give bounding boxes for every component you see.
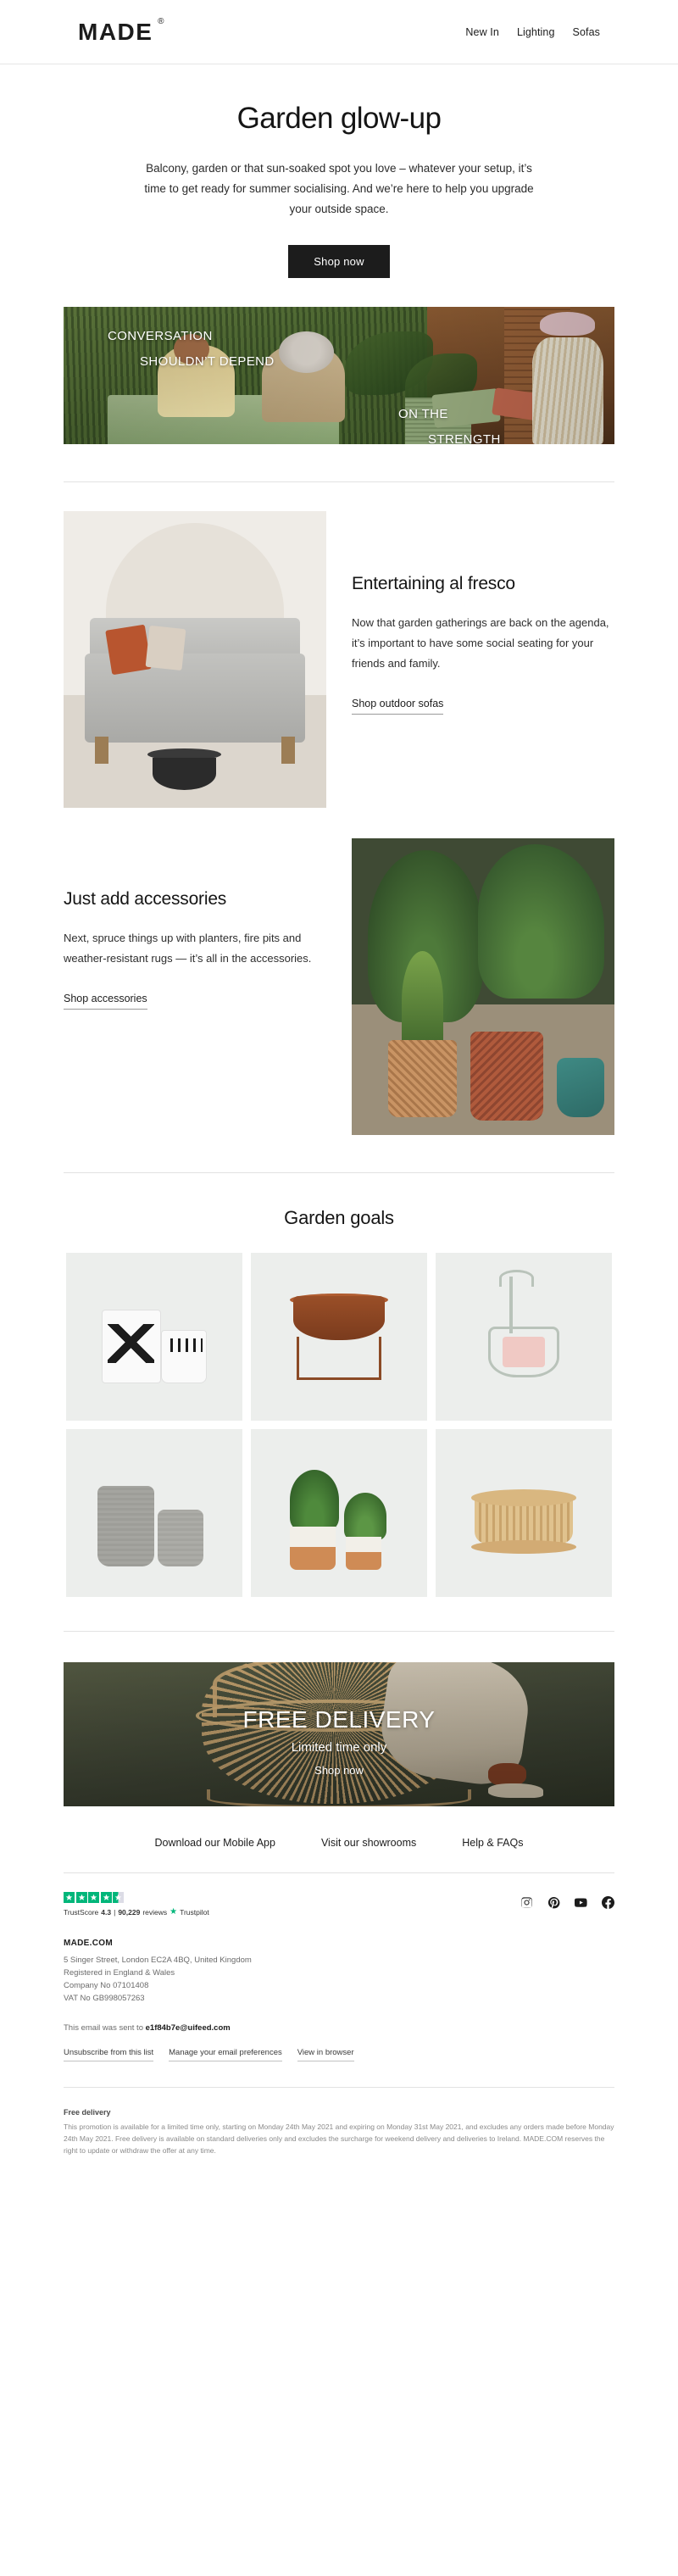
free-delivery-shop-now-link[interactable]: Shop now: [64, 1764, 614, 1777]
reviews-count: 90,229: [118, 1907, 141, 1917]
legal-body: This promotion is available for a limite…: [64, 2123, 614, 2155]
product-tile-woven-baskets[interactable]: [66, 1429, 242, 1597]
free-delivery-photo: [64, 1662, 614, 1806]
address-line-4: VAT No GB998057263: [64, 1994, 145, 2003]
legal-disclaimer: Free delivery This promotion is availabl…: [64, 2087, 614, 2190]
footer-link-mobile-app[interactable]: Download our Mobile App: [154, 1837, 275, 1849]
feature-accessories: Just add accessories Next, spruce things…: [0, 808, 678, 1135]
youtube-icon[interactable]: [575, 1896, 587, 1913]
nav-link-sofas[interactable]: Sofas: [573, 26, 600, 38]
star-icon: [100, 1892, 112, 1903]
company-name: MADE.COM: [64, 1939, 113, 1948]
made-logo[interactable]: MADE ®: [78, 17, 164, 46]
manage-preferences-link[interactable]: Manage your email preferences: [169, 2048, 282, 2061]
product-tile-rattan-table[interactable]: [436, 1429, 612, 1597]
shop-outdoor-sofas-link[interactable]: Shop outdoor sofas: [352, 698, 444, 715]
page-title: Garden glow-up: [236, 102, 442, 135]
recipient-email: e1f84b7e@uifeed.com: [145, 2023, 231, 2033]
star-rating: [64, 1892, 209, 1903]
banner-line-3: ON THE: [398, 407, 448, 421]
site-header: MADE ® New In Lighting Sofas: [0, 0, 678, 64]
nav-link-new-in[interactable]: New In: [465, 26, 499, 38]
address-line-3: Company No 07101408: [64, 1981, 149, 1990]
star-half-icon: [113, 1892, 124, 1903]
feature-image-sofa: [64, 511, 326, 808]
reviews-label: reviews: [142, 1907, 168, 1917]
banner-line-2: SHOULDN’T DEPEND: [140, 354, 275, 369]
hero-cta-wrap: Shop now: [0, 245, 678, 278]
trustscore-label: TrustScore: [64, 1907, 99, 1917]
nav-link-lighting[interactable]: Lighting: [517, 26, 555, 38]
star-icon: [64, 1892, 75, 1903]
product-tile-hanging-chair[interactable]: [436, 1253, 612, 1421]
product-tile-patterned-vases[interactable]: [66, 1253, 242, 1421]
footer-link-showrooms[interactable]: Visit our showrooms: [321, 1837, 416, 1849]
registered-mark-icon: ®: [158, 16, 164, 26]
feature-body: Next, spruce things up with planters, fi…: [64, 932, 312, 965]
hero-section: Garden glow-up Balcony, garden or that s…: [0, 64, 678, 220]
email-preference-links: Unsubscribe from this list Manage your e…: [64, 2048, 614, 2061]
feature-image-planters: [352, 838, 614, 1135]
shop-accessories-link[interactable]: Shop accessories: [64, 993, 147, 1010]
free-delivery-banner[interactable]: FREE DELIVERY Limited time only Shop now: [64, 1662, 614, 1806]
feature-copy-accessories: Just add accessories Next, spruce things…: [0, 838, 352, 1010]
trustscore-value: 4.3: [101, 1907, 112, 1917]
divider-3: [64, 1631, 614, 1632]
social-icons: [520, 1895, 614, 1913]
facebook-icon[interactable]: [602, 1895, 614, 1913]
free-delivery-subheading: Limited time only: [291, 1740, 387, 1755]
product-tile-fire-pit[interactable]: [251, 1253, 427, 1421]
address-line-1: 5 Singer Street, London EC2A 4BQ, United…: [64, 1956, 252, 1965]
feature-entertaining: Entertaining al fresco Now that garden g…: [0, 482, 678, 808]
view-in-browser-link[interactable]: View in browser: [297, 2048, 354, 2061]
trustpilot-block[interactable]: TrustScore 4.3 | 90,229 reviews ★ Trustp…: [64, 1892, 209, 1917]
trustscore-separator: |: [114, 1907, 116, 1917]
star-icon: [88, 1892, 99, 1903]
email-page: MADE ® New In Lighting Sofas Garden glow-…: [0, 0, 678, 2190]
trust-social-row: TrustScore 4.3 | 90,229 reviews ★ Trustp…: [64, 1872, 614, 1917]
feature-copy-entertaining: Entertaining al fresco Now that garden g…: [326, 511, 678, 715]
sent-to-prefix: This email was sent to: [64, 2023, 146, 2033]
product-tile-potted-plants[interactable]: [251, 1429, 427, 1597]
banner-line-4: STRENGTH: [428, 432, 501, 444]
footer-links: Download our Mobile App Visit our showro…: [0, 1806, 678, 1872]
sent-to-text: This email was sent to e1f84b7e@uifeed.c…: [64, 2023, 614, 2033]
star-icon: [75, 1892, 87, 1903]
feature-heading: Entertaining al fresco: [352, 574, 515, 593]
banner-photo: [64, 307, 614, 444]
garden-hero-banner[interactable]: CONVERSATION SHOULDN’T DEPEND ON THE STR…: [64, 307, 614, 444]
trustpilot-star-icon: ★: [170, 1907, 178, 1917]
company-address: MADE.COM 5 Singer Street, London EC2A 4B…: [64, 1939, 614, 2005]
free-delivery-heading: FREE DELIVERY: [242, 1706, 436, 1733]
trustscore-text: TrustScore 4.3 | 90,229 reviews ★ Trustp…: [64, 1907, 209, 1917]
feature-body: Now that garden gatherings are back on t…: [352, 616, 609, 670]
product-grid: [0, 1253, 678, 1597]
main-nav: New In Lighting Sofas: [465, 26, 600, 38]
address-line-2: Registered in England & Wales: [64, 1968, 175, 1978]
garden-goals-section: Garden goals: [0, 1173, 678, 1597]
legal-heading: Free delivery: [64, 2108, 111, 2117]
instagram-icon[interactable]: [520, 1896, 533, 1913]
logo-text: MADE: [78, 18, 153, 45]
unsubscribe-link[interactable]: Unsubscribe from this list: [64, 2048, 154, 2061]
trustpilot-brand: Trustpilot: [180, 1907, 209, 1917]
banner-line-1: CONVERSATION: [108, 329, 213, 343]
shop-now-button[interactable]: Shop now: [288, 245, 390, 278]
hero-body-text: Balcony, garden or that sun-soaked spot …: [144, 162, 534, 215]
garden-goals-heading: Garden goals: [284, 1207, 394, 1228]
footer-link-help-faqs[interactable]: Help & FAQs: [462, 1837, 523, 1849]
pinterest-icon[interactable]: [547, 1896, 560, 1913]
feature-heading: Just add accessories: [64, 889, 227, 909]
